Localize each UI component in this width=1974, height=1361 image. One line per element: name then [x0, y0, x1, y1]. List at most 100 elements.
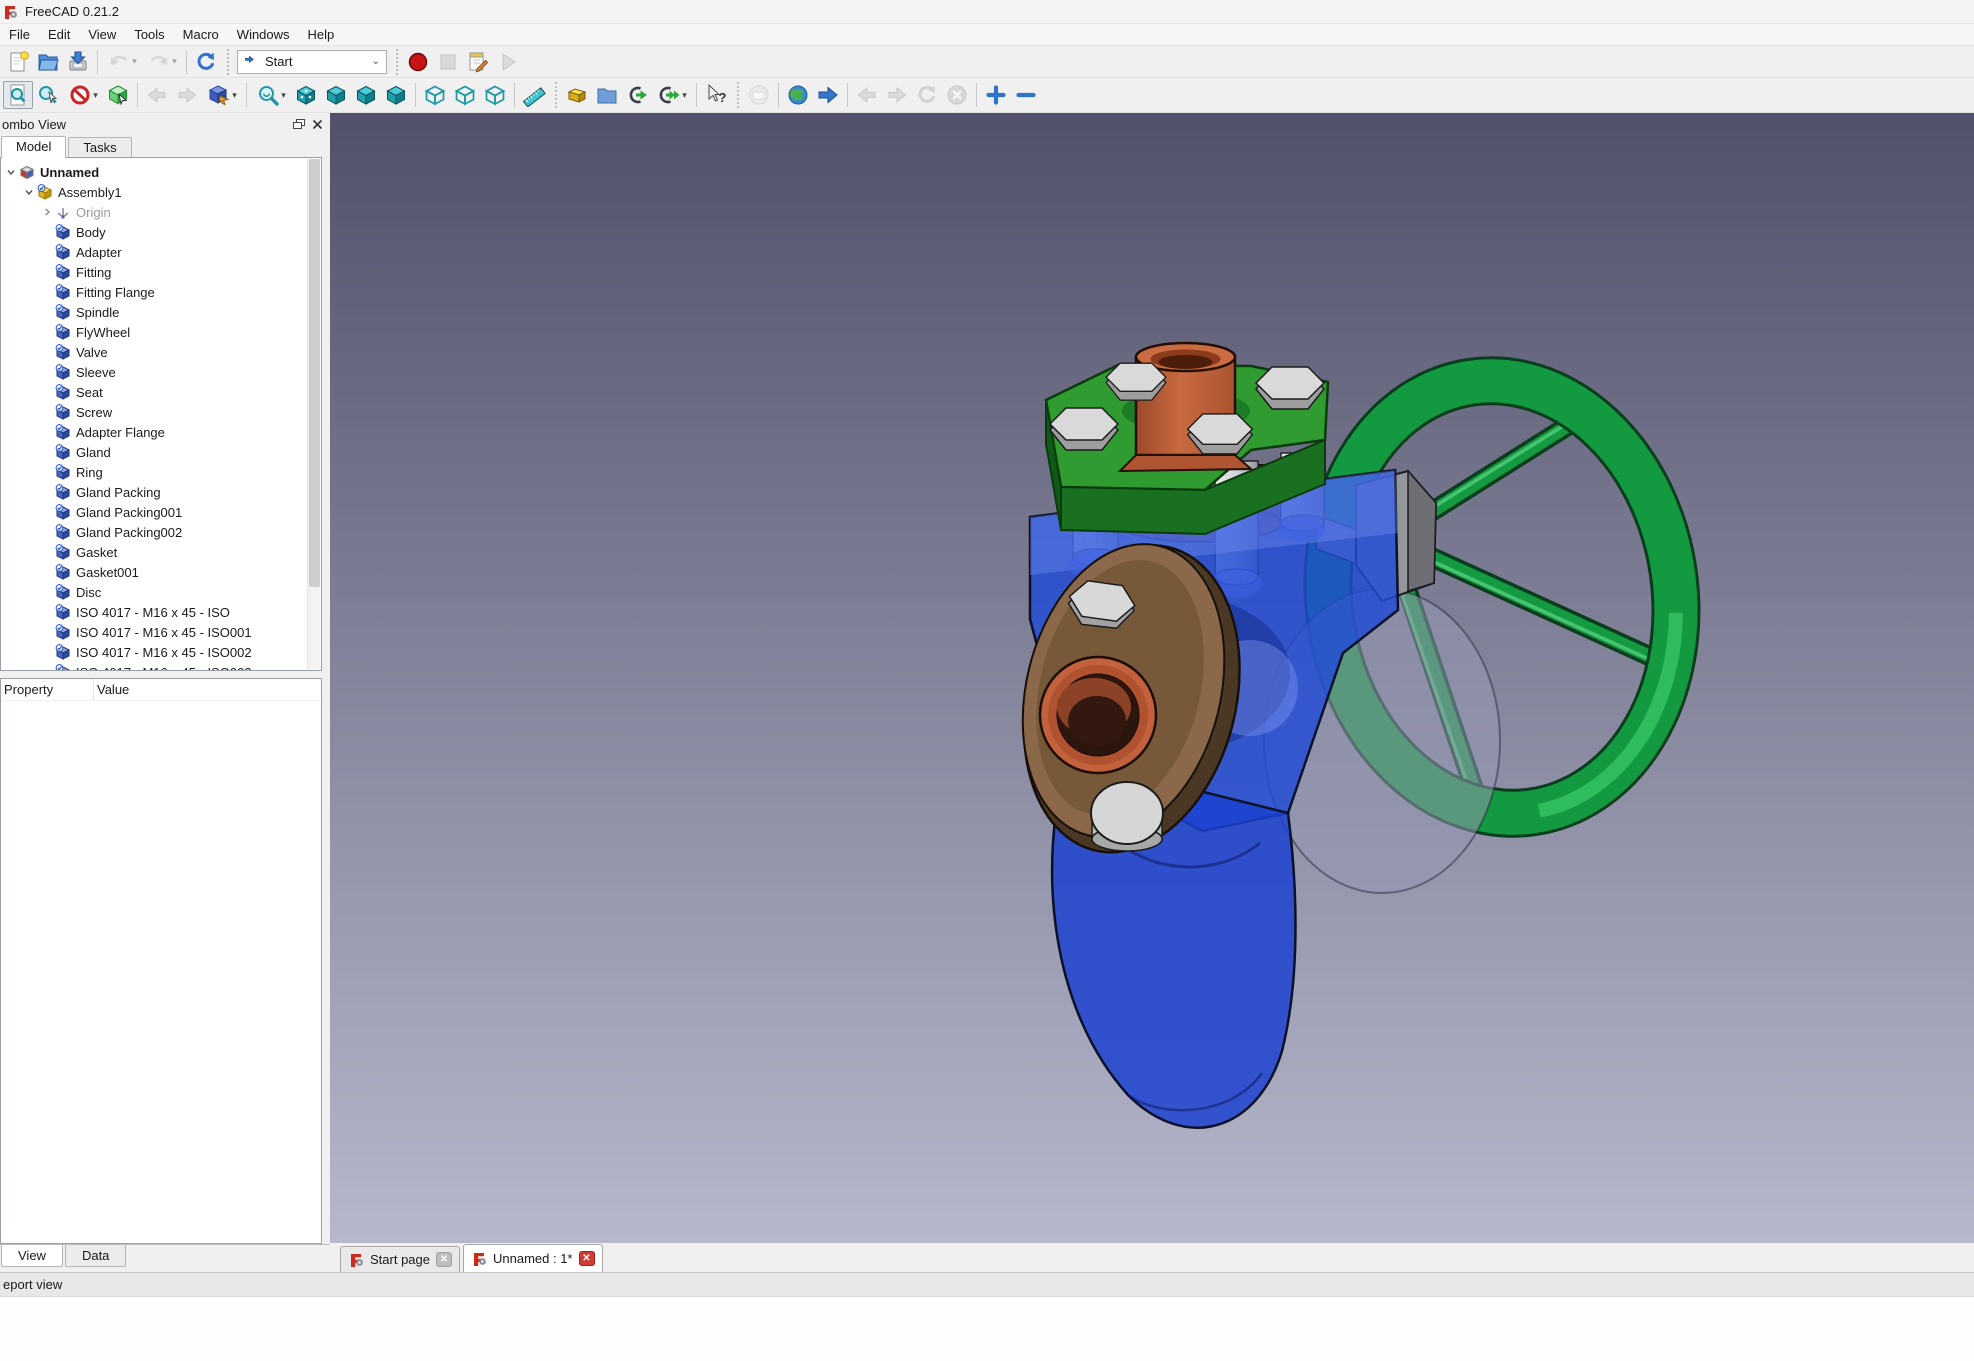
macro-record-button[interactable]	[403, 48, 433, 76]
menu-macro[interactable]: Macro	[174, 24, 228, 45]
toolbar-handle[interactable]	[224, 49, 231, 75]
tree-item[interactable]: ISO 4017 - M16 x 45 - ISO003	[1, 662, 321, 671]
dropdown-caret-icon[interactable]: ▾	[682, 90, 687, 101]
refresh-button[interactable]	[191, 48, 221, 76]
tree-item[interactable]: Disc	[1, 582, 321, 602]
tree-item[interactable]: Valve	[1, 342, 321, 362]
mdi-tab-start-page[interactable]: Start page✕	[340, 1246, 460, 1272]
link-navigate-button[interactable]: ▾	[202, 81, 242, 109]
tree-item[interactable]: Spindle	[1, 302, 321, 322]
combo-view-tabs: ModelTasks	[0, 135, 330, 157]
dropdown-caret-icon[interactable]: ▾	[232, 90, 237, 101]
tree-item[interactable]: Gland	[1, 442, 321, 462]
macro-edit-button[interactable]	[463, 48, 493, 76]
tree-item-label: Assembly1	[55, 185, 122, 200]
tree-item[interactable]: Gasket	[1, 542, 321, 562]
refresh-gray-icon	[915, 83, 939, 107]
tab-tasks[interactable]: Tasks	[68, 137, 131, 158]
tree-item[interactable]: ISO 4017 - M16 x 45 - ISO001	[1, 622, 321, 642]
mdi-tab-document[interactable]: Unnamed : 1*✕	[463, 1244, 603, 1272]
zoom-in-button[interactable]	[981, 81, 1011, 109]
tree-item[interactable]: Gland Packing	[1, 482, 321, 502]
docked-view-button[interactable]	[3, 81, 33, 109]
part-extrude-button[interactable]	[562, 81, 592, 109]
save-document-button[interactable]	[63, 48, 93, 76]
web-go-button[interactable]	[813, 81, 843, 109]
nav-forward-icon	[175, 83, 199, 107]
tab-data[interactable]: Data	[65, 1245, 126, 1267]
tab-model[interactable]: Model	[1, 136, 66, 158]
dock-splitter[interactable]	[0, 671, 322, 678]
new-document-button[interactable]	[3, 48, 33, 76]
dropdown-caret-icon[interactable]: ▾	[172, 56, 177, 67]
tree-item[interactable]: FlyWheel	[1, 322, 321, 342]
dropdown-caret-icon[interactable]: ▾	[132, 56, 137, 67]
tree-expander-open-icon[interactable]	[21, 187, 37, 197]
tree-item[interactable]: Adapter	[1, 242, 321, 262]
menu-tools[interactable]: Tools	[125, 24, 173, 45]
web-browser-icon	[786, 83, 810, 107]
fit-all-button[interactable]: ▾	[251, 81, 291, 109]
selection-cube-icon	[106, 83, 130, 107]
view-rear-button[interactable]	[420, 81, 450, 109]
menu-edit[interactable]: Edit	[39, 24, 79, 45]
toolbar-handle[interactable]	[734, 82, 741, 108]
tree-item[interactable]: Body	[1, 222, 321, 242]
sync-view-button[interactable]	[33, 81, 63, 109]
tree-item[interactable]: Seat	[1, 382, 321, 402]
measure-distance-button[interactable]	[519, 81, 549, 109]
whats-this-button[interactable]: ?	[701, 81, 731, 109]
tree-item-assembly[interactable]: Assembly1	[1, 182, 321, 202]
make-sub-link-button[interactable]: ▾	[652, 81, 692, 109]
menu-help[interactable]: Help	[299, 24, 344, 45]
view-left-button[interactable]	[480, 81, 510, 109]
combo-view-titlebar: ombo View	[0, 113, 330, 135]
tree-item[interactable]: Fitting Flange	[1, 282, 321, 302]
property-column-header: Property	[1, 679, 94, 700]
view-top-button[interactable]	[351, 81, 381, 109]
close-tab-icon[interactable]: ✕	[579, 1251, 595, 1266]
tree-item[interactable]: ISO 4017 - M16 x 45 - ISO	[1, 602, 321, 622]
menu-file[interactable]: File	[0, 24, 39, 45]
menu-view[interactable]: View	[79, 24, 125, 45]
view-right-button[interactable]	[381, 81, 411, 109]
tree-item[interactable]: Sleeve	[1, 362, 321, 382]
float-panel-button[interactable]	[290, 116, 308, 132]
make-group-button[interactable]	[592, 81, 622, 109]
3d-viewport[interactable]	[330, 113, 1974, 1243]
part-icon	[55, 384, 73, 400]
workbench-selector[interactable]: Start⌄	[237, 50, 387, 74]
tree-item[interactable]: Ring	[1, 462, 321, 482]
view-axonometric-button[interactable]	[291, 81, 321, 109]
tree-expander-closed-icon[interactable]	[39, 207, 55, 217]
tree-item[interactable]: Gland Packing002	[1, 522, 321, 542]
tree-item-document[interactable]: Unnamed	[1, 162, 321, 182]
tree-item[interactable]: Gasket001	[1, 562, 321, 582]
toolbar-handle[interactable]	[393, 49, 400, 75]
tree-scrollbar[interactable]	[307, 159, 320, 669]
close-panel-button[interactable]	[308, 116, 326, 132]
tree-expander-open-icon[interactable]	[3, 167, 19, 177]
make-link-button[interactable]	[622, 81, 652, 109]
selection-view-button[interactable]	[103, 81, 133, 109]
tree-item-label: ISO 4017 - M16 x 45 - ISO002	[73, 645, 252, 660]
zoom-out-button[interactable]	[1011, 81, 1041, 109]
tree-item-origin[interactable]: Origin	[1, 202, 321, 222]
tree-item[interactable]: Adapter Flange	[1, 422, 321, 442]
tree-item[interactable]: ISO 4017 - M16 x 45 - ISO002	[1, 642, 321, 662]
tree-item[interactable]: Screw	[1, 402, 321, 422]
dropdown-caret-icon[interactable]: ▾	[281, 90, 286, 101]
view-bottom-button[interactable]	[450, 81, 480, 109]
tree-scrollbar-thumb[interactable]	[309, 159, 320, 587]
draw-style-button[interactable]: ▾	[63, 81, 103, 109]
open-website-button[interactable]	[783, 81, 813, 109]
view-front-button[interactable]	[321, 81, 351, 109]
tab-view[interactable]: View	[1, 1245, 63, 1267]
tree-item[interactable]: Gland Packing001	[1, 502, 321, 522]
menu-windows[interactable]: Windows	[228, 24, 299, 45]
toolbar-handle[interactable]	[552, 82, 559, 108]
tree-item[interactable]: Fitting	[1, 262, 321, 282]
close-tab-icon[interactable]: ✕	[436, 1252, 452, 1267]
dropdown-caret-icon[interactable]: ▾	[93, 90, 98, 101]
open-document-button[interactable]	[33, 48, 63, 76]
